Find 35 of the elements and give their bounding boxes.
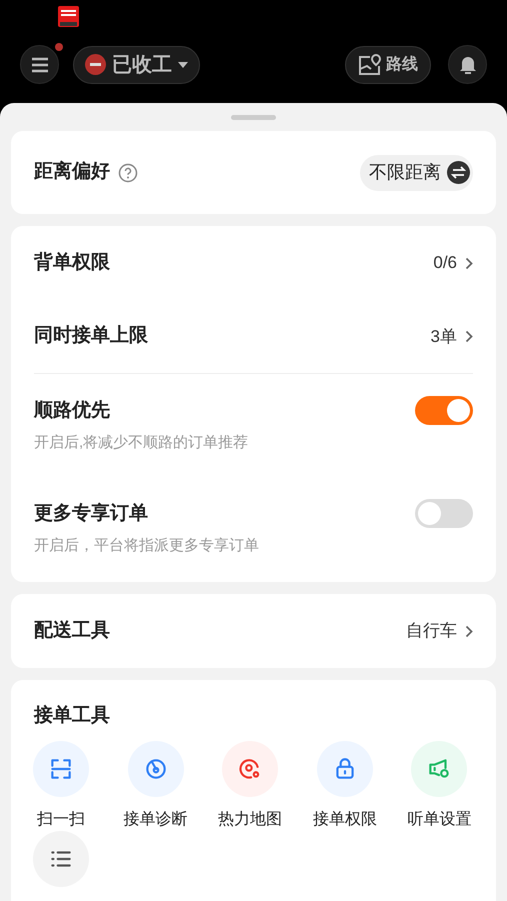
status-dropdown[interactable]: 已收工 bbox=[73, 46, 200, 84]
swap-icon bbox=[447, 161, 470, 184]
notifications-button[interactable] bbox=[448, 45, 487, 84]
section-title: 接单工具 bbox=[34, 704, 111, 728]
setting-label: 同时接单上限 bbox=[34, 324, 148, 348]
chevron-right-icon bbox=[465, 330, 473, 343]
map-pin-icon bbox=[358, 54, 382, 76]
help-icon[interactable] bbox=[118, 162, 138, 182]
toggle-switch[interactable] bbox=[415, 396, 473, 425]
menu-icon bbox=[30, 56, 48, 72]
setting-value[interactable]: 0/6 bbox=[433, 250, 473, 276]
setting-hint: 开启后，平台将指派更多专享订单 bbox=[34, 536, 259, 556]
drag-handle[interactable] bbox=[231, 115, 276, 120]
route-button[interactable]: 路线 bbox=[345, 46, 431, 84]
chevron-right-icon bbox=[465, 624, 473, 638]
tool-label[interactable]: 听单设置 bbox=[407, 810, 472, 830]
caret-icon bbox=[178, 62, 188, 68]
toggle-switch[interactable] bbox=[415, 499, 473, 528]
tool-label[interactable]: 接单诊断 bbox=[124, 810, 188, 830]
tool-label[interactable]: 热力地图 bbox=[218, 810, 282, 830]
setting-label: 更多专享订单 bbox=[34, 502, 149, 526]
chevron-right-icon bbox=[465, 256, 473, 270]
setting-value[interactable]: 自行车 bbox=[406, 618, 473, 644]
setting-label: 距离偏好 bbox=[34, 160, 110, 184]
setting-value[interactable]: 3单 bbox=[430, 324, 473, 350]
setting-label: 顺路优先 bbox=[34, 399, 111, 423]
tool-label[interactable]: 接单权限 bbox=[312, 810, 377, 830]
setting-label: 背单权限 bbox=[34, 250, 110, 275]
setting-hint: 开启后,将减少不顺路的订单推荐 bbox=[34, 432, 248, 452]
bell-icon bbox=[458, 54, 476, 74]
app-notification-icon bbox=[58, 6, 79, 27]
setting-label: 配送工具 bbox=[34, 618, 110, 643]
tool-label[interactable]: 扫一扫 bbox=[37, 810, 85, 830]
distance-button[interactable]: 不限距离 bbox=[360, 154, 473, 190]
stop-icon bbox=[85, 54, 106, 75]
